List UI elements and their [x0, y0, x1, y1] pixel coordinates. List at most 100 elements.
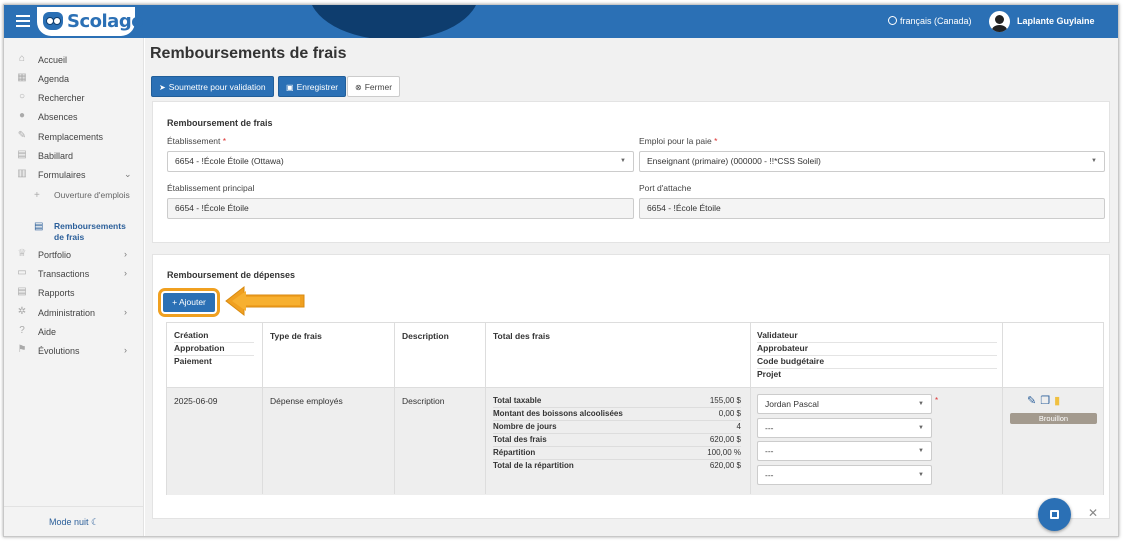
help-icon: ?	[19, 325, 25, 336]
transactions-icon: ▭	[17, 267, 27, 278]
sidebar-item-label: Administration	[38, 308, 96, 318]
sidebar-item-evolutions[interactable]: ⚑ Évolutions ›	[4, 342, 144, 360]
expenses-table: Création Approbation Paiement Type de fr…	[166, 322, 1104, 495]
logo[interactable]: Scolago	[37, 7, 144, 36]
sidebar-item-remplacements[interactable]: ✎ Remplacements	[4, 128, 144, 146]
language-selector[interactable]: français (Canada)	[888, 16, 972, 26]
close-button[interactable]: ⊗ Fermer	[347, 76, 401, 97]
reimbursement-card: Remboursement de frais Établissement * 6…	[152, 101, 1110, 243]
night-mode-toggle[interactable]: Mode nuit ☾	[4, 506, 144, 536]
sidebar-item-portfolio[interactable]: ♕ Portfolio ›	[4, 246, 144, 264]
close-label: Fermer	[364, 82, 393, 92]
sidebar-item-rapports[interactable]: ▤ Rapports	[4, 284, 144, 302]
projet-value: ---	[765, 470, 774, 480]
chevron-down-icon: ▼	[1091, 158, 1097, 164]
submit-label: Soumettre pour validation	[168, 82, 266, 92]
approbateur-value: ---	[765, 423, 774, 433]
total-row: Montant des boissons alcoolisées 0,00 $	[493, 408, 741, 421]
form-icon: ▥	[17, 168, 27, 179]
code-budgetaire-select[interactable]: --- ▼	[757, 441, 932, 461]
chevron-down-icon: ▼	[918, 448, 924, 454]
report-icon: ▤	[17, 286, 27, 297]
etablissement-select[interactable]: 6654 - !École Étoile (Ottawa) ▼	[167, 151, 634, 172]
chevron-down-icon: ▼	[918, 425, 924, 431]
approbateur-select[interactable]: --- ▼	[757, 418, 932, 438]
submit-validation-button[interactable]: ➤ Soumettre pour validation	[151, 76, 274, 97]
calendar-icon: ▦	[17, 72, 27, 83]
sidebar-item-formulaires[interactable]: ▥ Formulaires ⌄	[4, 166, 144, 184]
close-circle-icon: ⊗	[355, 83, 362, 92]
sidebar-item-label: Aide	[38, 327, 57, 337]
pencil-icon[interactable]: ✎	[1027, 394, 1036, 407]
sidebar-item-agenda[interactable]: ▦ Agenda	[4, 70, 144, 88]
chevron-down-icon: ▼	[918, 401, 924, 407]
save-label: Enregistrer	[296, 82, 339, 92]
chevron-right-icon: ›	[124, 268, 127, 278]
sidebar-item-label: Agenda	[38, 74, 70, 84]
add-expense-button[interactable]: + Ajouter	[158, 288, 220, 317]
etab-principal-field: 6654 - !École Étoile	[167, 198, 634, 219]
sidebar-item-label: Portfolio	[38, 250, 72, 260]
sidebar-item-aide[interactable]: ? Aide	[4, 323, 144, 341]
app-name: Scolago	[67, 11, 144, 32]
sidebar-item-ouverture-emplois[interactable]: + Ouverture d'emplois	[4, 188, 144, 214]
sidebar-item-label: Formulaires	[38, 170, 86, 180]
sidebar-item-label: Évolutions	[38, 346, 80, 356]
emploi-select[interactable]: Enseignant (primaire) (000000 - !!*CSS S…	[639, 151, 1105, 172]
sidebar-item-label: Ouverture d'emplois	[54, 190, 130, 200]
app-window: Scolago français (Canada) Laplante Guyla…	[3, 4, 1119, 537]
sidebar-item-label: Rechercher	[38, 93, 85, 103]
chevron-right-icon: ›	[124, 345, 127, 355]
highlight-arrow-icon	[225, 285, 305, 317]
home-icon: ⌂	[18, 53, 26, 64]
top-bar: Scolago français (Canada) Laplante Guyla…	[4, 5, 1118, 38]
total-row: Nombre de jours 4	[493, 421, 741, 434]
sidebar-item-rechercher[interactable]: ○ Rechercher	[4, 89, 144, 107]
validateur-select[interactable]: Jordan Pascal ▼	[757, 394, 932, 414]
etab-principal-value: 6654 - !École Étoile	[175, 203, 249, 213]
code-budgetaire-value: ---	[765, 446, 774, 456]
expense-description: Description	[402, 396, 445, 406]
main-content: Remboursements de frais ➤ Soumettre pour …	[145, 38, 1118, 536]
port-attache-field: 6654 - !École Étoile	[639, 198, 1105, 219]
sidebar-item-label: Absences	[38, 112, 78, 122]
close-icon[interactable]: ✕	[1088, 506, 1098, 520]
sidebar-item-remboursements[interactable]: ▤ Remboursements de frais	[4, 219, 144, 245]
sidebar-item-administration[interactable]: ✲ Administration ›	[4, 304, 144, 322]
trash-icon[interactable]: ▮	[1054, 394, 1060, 407]
expense-totals: Total taxable 155,00 $ Montant des boisso…	[493, 395, 741, 473]
column-header-approvers: Validateur Approbateur Code budgétaire P…	[757, 330, 997, 382]
menu-icon[interactable]	[16, 15, 30, 27]
sidebar-item-label: Accueil	[38, 55, 68, 65]
copy-icon[interactable]: ❐	[1040, 394, 1050, 407]
night-mode-label: Mode nuit ☾	[49, 517, 100, 527]
save-icon: ▣	[286, 83, 294, 92]
chevron-right-icon: ›	[124, 249, 127, 259]
sidebar-item-accueil[interactable]: ⌂ Accueil	[4, 51, 144, 69]
floating-save-button[interactable]	[1038, 498, 1071, 531]
etablissement-value: 6654 - !École Étoile (Ottawa)	[175, 156, 284, 166]
save-button[interactable]: ▣ Enregistrer	[278, 76, 347, 97]
sidebar-item-absences[interactable]: ● Absences	[4, 108, 144, 126]
chevron-down-icon: ▼	[918, 472, 924, 478]
send-icon: ➤	[159, 83, 166, 92]
projet-select[interactable]: --- ▼	[757, 465, 932, 485]
total-row: Total des frais 620,00 $	[493, 434, 741, 447]
language-label: français (Canada)	[900, 16, 972, 26]
add-user-icon: +	[34, 190, 40, 201]
trophy-icon: ♕	[17, 248, 27, 259]
validateur-value: Jordan Pascal	[765, 399, 819, 409]
replacement-icon: ✎	[17, 130, 27, 141]
table-row: 2025-06-09 Dépense employés Description …	[167, 388, 1103, 495]
user-absence-icon: ●	[18, 110, 26, 121]
sidebar-item-babillard[interactable]: ▤ Babillard	[4, 147, 144, 165]
user-name[interactable]: Laplante Guylaine	[1017, 16, 1095, 26]
sidebar: ⌂ Accueil ▦ Agenda ○ Rechercher ● Absenc…	[4, 38, 144, 536]
sidebar-item-transactions[interactable]: ▭ Transactions ›	[4, 265, 144, 283]
sidebar-item-label: Rapports	[38, 288, 75, 298]
chevron-right-icon: ›	[124, 307, 127, 317]
owl-logo-icon	[43, 12, 63, 30]
total-row: Répartition 100,00 %	[493, 447, 741, 460]
avatar[interactable]	[989, 11, 1010, 32]
port-attache-label: Port d'attache	[639, 183, 692, 193]
